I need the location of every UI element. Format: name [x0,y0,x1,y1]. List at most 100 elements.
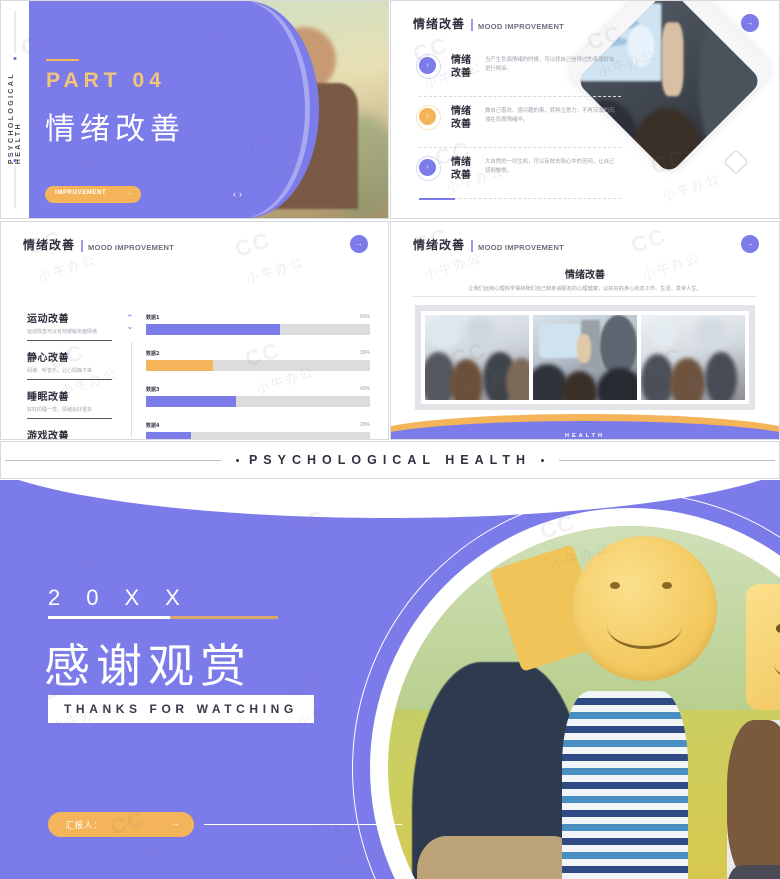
arc-end-dot [726,528,732,534]
slide-part-cover: PSYCHOLOGICAL HEALTH PART 04 情绪改善 IMPROV… [0,0,389,219]
slide1-title: 情绪改善 [45,112,185,147]
bar-fill [146,432,191,439]
bar-label: 数据3 [146,387,160,393]
list-item-title: 情绪改善 [451,106,471,130]
list-item-title: 运动改善 [27,314,69,325]
list-item-desc: 阅读、听音乐，让心情静下来 [27,368,93,374]
slide-gallery: 情绪改善 MOOD IMPROVEMENT → 情绪改善 让我们运用心理科学保持… [390,221,780,440]
bar-label: 数据4 [146,423,160,429]
slide1-side-rail: PSYCHOLOGICAL HEALTH [1,1,29,218]
banner-title: PSYCHOLOGICAL HEALTH [248,453,532,467]
list-item-desc: 好好的睡一觉，情绪会好很多 [27,407,93,413]
slide2-footer-rule [419,198,455,200]
gallery-photo[interactable] [641,315,745,400]
list-item[interactable]: › 情绪改善 大自然的一切生机，可以有效去除心中的苦闷，让自己感到愉悦。 [416,155,621,199]
year-underline [48,616,278,619]
arrow-right-icon: → [125,190,132,197]
arrow-right-icon: → [355,240,363,248]
chevron-right-icon: › [416,156,441,181]
list-item-title: 情绪改善 [451,55,471,79]
bar-chart-row: 数据1 60% [146,314,370,335]
header-divider [471,240,474,252]
gallery-photo[interactable] [533,315,637,400]
improvement-button[interactable]: IMPROVEMENT → [45,186,141,203]
list-item-desc: 当产生负面情绪的时候，可以找自己信得过的亲朋好友进行倾诉。 [485,57,615,72]
reporter-button[interactable]: 汇报人： → [48,812,194,837]
arrow-right-icon: → [172,819,180,828]
title-dash [46,59,79,61]
arrow-right-icon: → [746,240,754,248]
bar-fill [146,396,236,407]
bar-track [146,432,370,439]
list-item-desc: 大自然的一切生机，可以有效去除心中的苦闷，让自己感到愉悦。 [485,159,615,174]
header-title-en: MOOD IMPROVEMENT [478,22,565,31]
thanks-title: 感谢观赏 [44,639,252,693]
bar-label: 数据2 [146,351,160,357]
slide-thanks: 20XX 感谢观赏 THANKS FOR WATCHING 汇报人： → CC … [0,480,780,879]
list-item-desc: 做自己喜欢、感兴趣的事，转移注意力，不再沉溺的沉浸在负面情绪中。 [485,108,615,123]
list-item[interactable]: 睡眠改善 好好的睡一觉，情绪会好很多 [27,388,112,419]
thanks-subtitle-box: THANKS FOR WATCHING [48,695,314,723]
list-item[interactable]: 静心改善 阅读、听音乐，让心情静下来 [27,349,112,380]
header-title-en: MOOD IMPROVEMENT [478,243,565,252]
header-title-en: MOOD IMPROVEMENT [88,243,175,252]
banner-rule-right [559,460,775,461]
chevron-right-icon: › [416,105,441,130]
slide3-header: 情绪改善 MOOD IMPROVEMENT [23,236,174,253]
section-banner: PSYCHOLOGICAL HEALTH [0,441,780,479]
chevron-right-icon: › [416,54,441,79]
header-divider [81,240,84,252]
part-label: PART 04 [46,69,166,92]
list-item[interactable]: › 情绪改善 做自己喜欢、感兴趣的事，转移注意力，不再沉溺的沉浸在负面情绪中。 [416,104,621,148]
gallery-subtitle: 让我们运用心理科学保持我们自己和亲戚朋友的心理健康，以好好的身心状态工作、生活、… [468,286,702,292]
bar-track [146,324,370,335]
bar-chart: 数据1 60% 数据2 30% 数据3 40% 数据4 20% [146,314,370,439]
list-item[interactable]: 运动改善 运动改善可以有效缓解负面情绪 [27,310,112,341]
header-divider [471,19,474,31]
vertical-brand-label: PSYCHOLOGICAL HEALTH [8,71,22,164]
bar-fill [146,360,214,371]
slide-mood-points: 情绪改善 MOOD IMPROVEMENT → › 情绪改善 当产生负面情绪的时… [390,0,780,219]
list-item[interactable]: › 情绪改善 当产生负面情绪的时候，可以找自己信得过的亲朋好友进行倾诉。 [416,53,621,97]
list-item-title: 睡眠改善 [27,392,69,403]
footer-label: HEALTH [565,433,605,439]
bar-fill [146,324,281,335]
next-slide-button[interactable]: → [741,235,759,253]
list-item[interactable]: 游戏改善 开朗的在游戏中体验到愉悦感 [27,427,112,440]
thanks-subtitle: THANKS FOR WATCHING [64,702,298,716]
header-title-cn: 情绪改善 [413,238,466,252]
header-title-cn: 情绪改善 [23,238,76,252]
list-item-title: 情绪改善 [451,157,471,181]
next-slide-button[interactable]: → [350,235,368,253]
slide2-header: 情绪改善 MOOD IMPROVEMENT [413,15,564,32]
improvement-button-label: IMPROVEMENT [55,190,107,196]
reporter-label: 汇报人： [65,821,104,831]
improvement-category-list: 运动改善 运动改善可以有效缓解负面情绪 静心改善 阅读、听音乐，让心情静下来 睡… [27,310,112,440]
list-scroll-stepper[interactable]: ⌃ ⌄ [126,314,134,331]
photo-gallery [415,305,755,410]
bar-chart-row: 数据3 40% [146,386,370,407]
header-title-cn: 情绪改善 [413,17,466,31]
slide-nav-arrows[interactable]: ‹› [233,189,245,199]
gallery-photo[interactable] [425,315,529,400]
banner-rule-left [5,460,221,461]
banner-dot-right [541,458,545,462]
gallery-title: 情绪改善 [565,270,605,281]
bar-value-label: 40% [359,386,370,392]
list-item-desc: 运动改善可以有效缓解负面情绪 [27,329,98,335]
bar-track [146,396,370,407]
slide4-footer-wave: HEALTH [391,414,779,439]
bar-value-label: 20% [359,422,370,428]
gallery-rule [413,296,757,297]
bar-track [146,360,370,371]
slide4-header: 情绪改善 MOOD IMPROVEMENT [413,236,564,253]
chevron-down-icon[interactable]: ⌄ [126,322,134,331]
diamond-outline-deco [723,149,749,175]
list-item-title: 游戏改善 [27,431,69,440]
bar-label: 数据1 [146,315,160,321]
bar-value-label: 60% [359,314,370,320]
slide-mood-chart: 情绪改善 MOOD IMPROVEMENT → 运动改善 运动改善可以有效缓解负… [0,221,389,440]
chevron-right-icon[interactable]: › [239,189,245,199]
bar-chart-row: 数据2 30% [146,350,370,371]
list-item-title: 静心改善 [27,353,69,364]
